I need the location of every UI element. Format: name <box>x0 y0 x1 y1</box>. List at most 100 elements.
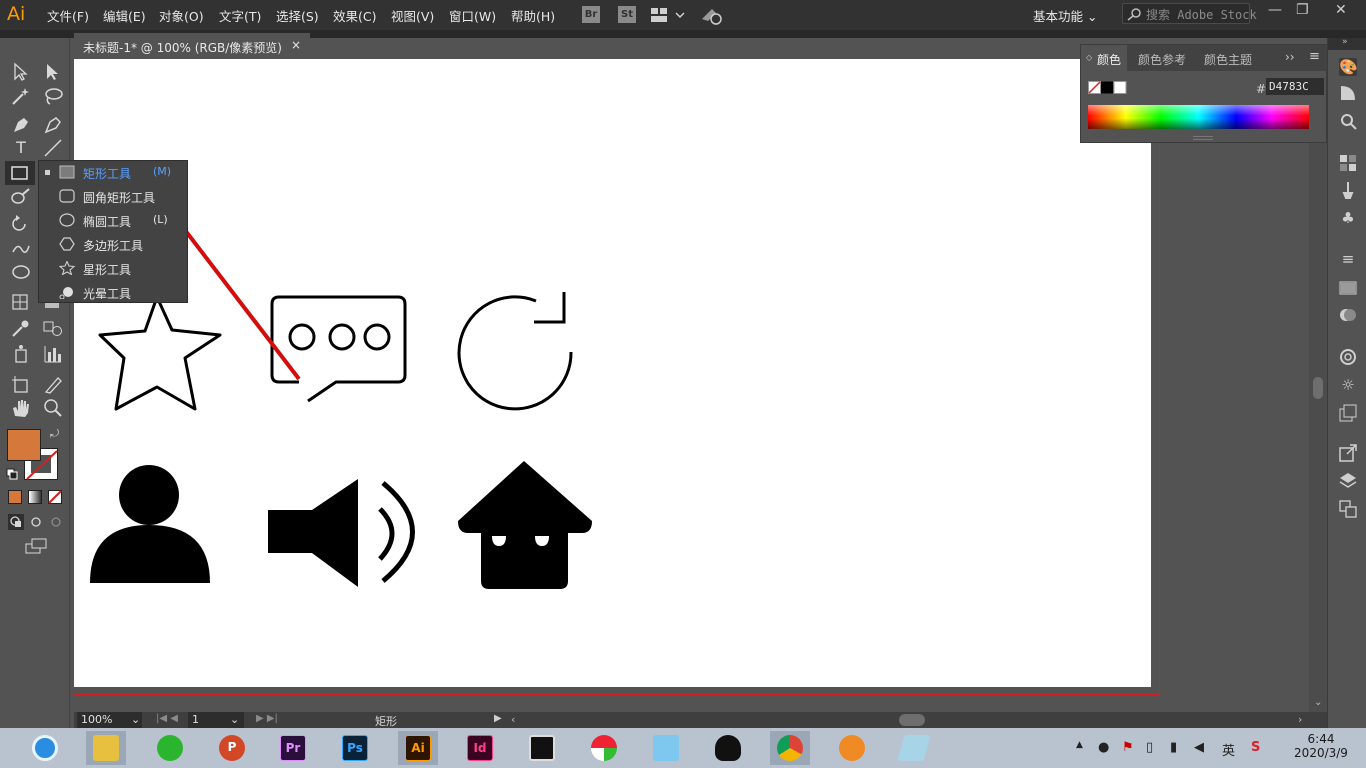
magic-wand-tool-icon[interactable] <box>10 86 32 106</box>
tray-sogou-icon[interactable]: S <box>1251 740 1260 755</box>
taskbar-app-eraser[interactable] <box>894 731 934 765</box>
search-input[interactable]: 搜索 Adobe Stock <box>1122 3 1257 24</box>
dock-collapse-icon[interactable]: » <box>1342 37 1348 47</box>
taskbar-app-cat[interactable] <box>646 731 686 765</box>
free-transform-tool-icon[interactable] <box>10 262 32 282</box>
bridge-button[interactable]: Br <box>582 6 600 23</box>
menu-file[interactable]: 文件(F) <box>47 6 89 25</box>
flyout-item-rounded-rectangle[interactable]: 圆角矩形工具 <box>39 185 187 209</box>
tab-color-guide[interactable]: 颜色参考 <box>1138 51 1186 68</box>
menu-help[interactable]: 帮助(H) <box>511 6 555 25</box>
taskbar-app-indesign[interactable]: Id <box>460 731 500 765</box>
mesh-tool-icon[interactable] <box>10 292 32 312</box>
taskbar-app-wechat[interactable] <box>150 731 190 765</box>
menu-object[interactable]: 对象(O) <box>159 6 204 25</box>
color-palette-icon[interactable]: 🎨 <box>1339 58 1358 76</box>
minimize-button[interactable]: — <box>1268 2 1282 18</box>
canvas-area[interactable] <box>74 59 1309 712</box>
scroll-down-icon[interactable]: ⌄ <box>1314 697 1322 708</box>
line-tool-icon[interactable] <box>42 138 64 158</box>
eraser-tool-icon[interactable] <box>42 374 64 394</box>
page-field[interactable]: 1 ⌄ <box>188 712 244 728</box>
workspace-switcher[interactable]: 基本功能 ⌄ <box>1033 6 1097 25</box>
color-spectrum[interactable] <box>1088 105 1309 129</box>
flyout-item-polygon[interactable]: 多边形工具 <box>39 233 187 257</box>
taskbar-app-illustrator[interactable]: Ai <box>398 731 438 765</box>
transparency-icon[interactable] <box>1339 306 1357 324</box>
scroll-thumb[interactable] <box>1313 377 1323 399</box>
scroll-left-icon[interactable]: ‹ <box>511 713 515 726</box>
tray-volume-icon[interactable]: ◀ <box>1194 740 1204 755</box>
expand-icon[interactable]: ›› <box>1285 50 1295 64</box>
horizontal-scroll-thumb[interactable] <box>899 714 925 726</box>
taskbar-app-premiere[interactable]: Pr <box>273 731 313 765</box>
blend-tool-icon[interactable] <box>42 318 64 338</box>
pen-tool-icon[interactable] <box>10 114 32 134</box>
first-page-icon[interactable]: |◀ ◀ <box>156 713 178 724</box>
scroll-right-icon[interactable]: › <box>1298 713 1302 726</box>
default-colors-icon[interactable] <box>6 468 18 480</box>
menu-type[interactable]: 文字(T) <box>219 6 261 25</box>
taskbar-app-orange[interactable] <box>832 731 872 765</box>
close-button[interactable]: ✕ <box>1335 2 1347 18</box>
curvature-tool-icon[interactable] <box>42 114 64 134</box>
resize-grip-icon[interactable] <box>1193 136 1213 140</box>
menu-select[interactable]: 选择(S) <box>276 6 319 25</box>
rotate-tool-icon[interactable] <box>10 214 32 234</box>
flyout-item-rectangle[interactable]: 矩形工具 (M) <box>39 161 187 185</box>
taskbar-app-chrome[interactable] <box>770 731 810 765</box>
quick-swatches[interactable] <box>1088 81 1128 95</box>
width-tool-icon[interactable] <box>10 238 32 258</box>
gradient-mode-button[interactable] <box>28 490 42 504</box>
color-theme-icon[interactable] <box>1339 112 1357 130</box>
stock-button[interactable]: St <box>618 6 636 23</box>
flyout-item-star[interactable]: 星形工具 <box>39 257 187 281</box>
swatches-icon[interactable] <box>1339 154 1357 172</box>
taskbar-app-360-browser[interactable] <box>25 731 65 765</box>
tray-qq-icon[interactable]: ● <box>1098 740 1109 755</box>
document-tab[interactable]: 未标题-1* @ 100% (RGB/像素预览) × <box>74 33 310 59</box>
direct-selection-tool-icon[interactable] <box>42 62 64 82</box>
tab-color-themes[interactable]: 颜色主题 <box>1204 51 1252 68</box>
screen-mode-icon[interactable] <box>24 538 48 554</box>
play-icon[interactable]: ▶ <box>494 713 502 724</box>
clock[interactable]: 6:44 2020/3/9 <box>1291 732 1351 760</box>
menu-view[interactable]: 视图(V) <box>391 6 434 25</box>
rectangle-tool-active[interactable] <box>5 161 35 185</box>
hand-tool-icon[interactable] <box>10 398 32 418</box>
tray-expand-icon[interactable]: ▲ <box>1076 740 1083 750</box>
symbol-sprayer-tool-icon[interactable] <box>10 344 32 364</box>
stroke-icon[interactable]: ≡ <box>1339 250 1357 268</box>
layers-icon[interactable] <box>1339 472 1357 490</box>
last-page-icon[interactable]: ▶ ▶| <box>256 713 278 724</box>
lasso-tool-icon[interactable] <box>42 86 64 106</box>
menu-edit[interactable]: 编辑(E) <box>103 6 146 25</box>
taskbar-app-qq[interactable] <box>708 731 748 765</box>
artboard-tool-icon[interactable] <box>10 374 32 394</box>
color-mode-button[interactable] <box>8 490 22 504</box>
taskbar-app-powerpoint[interactable]: P <box>212 731 252 765</box>
taskbar-app-video[interactable] <box>522 731 562 765</box>
flyout-item-ellipse[interactable]: 椭圆工具 (L) <box>39 209 187 233</box>
none-mode-button[interactable] <box>48 490 62 504</box>
type-tool-icon[interactable]: T <box>10 138 32 158</box>
hex-input[interactable]: D4783C <box>1266 78 1324 95</box>
tray-flag-icon[interactable]: ⚑ <box>1122 740 1134 755</box>
gradient-icon[interactable] <box>1339 279 1357 297</box>
drawing-modes-icon[interactable] <box>8 514 66 530</box>
graphic-styles-icon[interactable] <box>1339 404 1357 422</box>
gpu-performance-icon[interactable] <box>700 5 724 25</box>
taskbar-app-photoshop[interactable]: Ps <box>335 731 375 765</box>
export-icon[interactable] <box>1339 444 1357 462</box>
taskbar-app-explorer[interactable] <box>86 731 126 765</box>
vertical-scrollbar[interactable]: ⌄ <box>1309 59 1327 712</box>
eyedropper-tool-icon[interactable] <box>10 318 32 338</box>
selection-tool-icon[interactable] <box>10 62 32 82</box>
close-tab-icon[interactable]: × <box>291 38 301 52</box>
swap-colors-icon[interactable]: ⤾ <box>50 427 59 441</box>
fill-swatch[interactable] <box>7 429 41 461</box>
column-graph-tool-icon[interactable] <box>42 344 64 364</box>
cc-libraries-icon[interactable] <box>1339 348 1357 366</box>
menu-effect[interactable]: 效果(C) <box>333 6 376 25</box>
paintbrush-tool-icon[interactable] <box>10 186 32 206</box>
